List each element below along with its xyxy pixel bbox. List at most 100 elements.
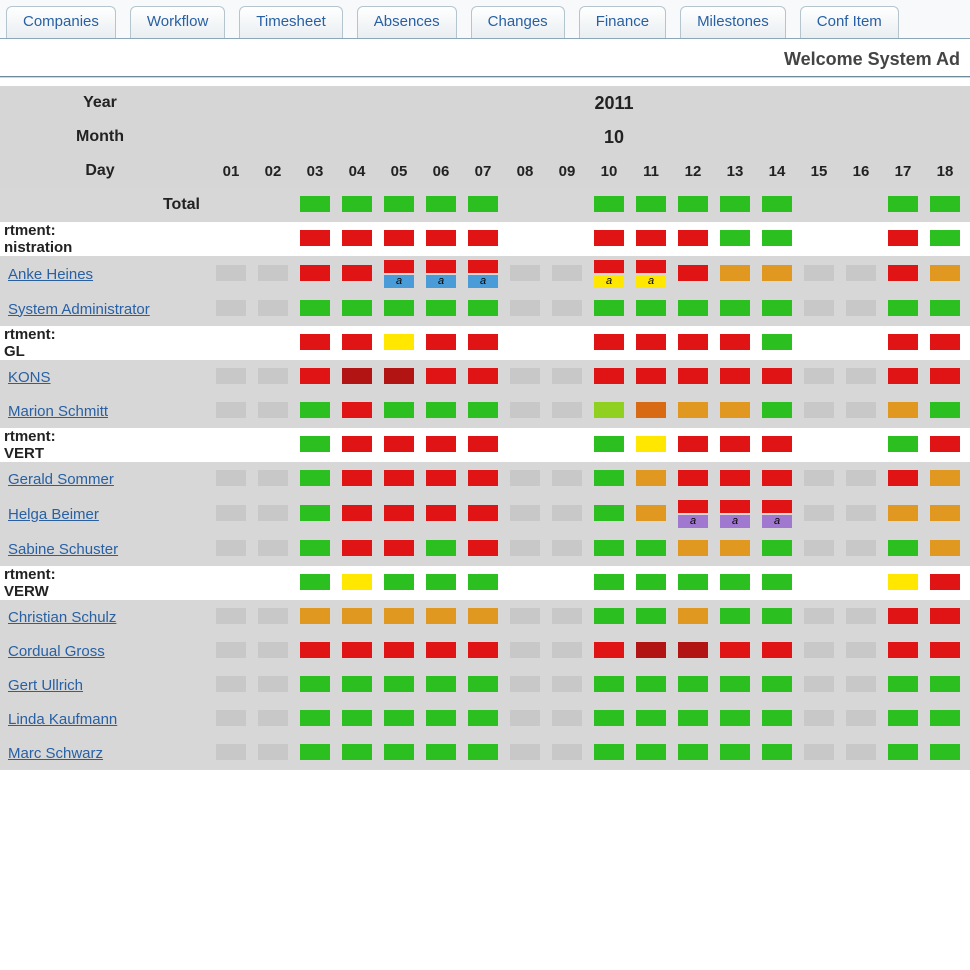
- grid-cell: [672, 702, 714, 736]
- grid-cell: [336, 532, 378, 566]
- grid-cell: [924, 222, 966, 256]
- tab-finance[interactable]: Finance: [579, 6, 666, 38]
- grid-cell: [924, 702, 966, 736]
- grid-cell: [882, 428, 924, 462]
- grid-cell: [504, 736, 546, 770]
- person-link[interactable]: Marion Schmitt: [8, 403, 108, 420]
- tab-timesheet[interactable]: Timesheet: [239, 6, 342, 38]
- grid-cell: [462, 736, 504, 770]
- grid-cell: [966, 394, 970, 428]
- grid-cell: [420, 394, 462, 428]
- person-link[interactable]: Cordual Gross: [8, 643, 105, 660]
- tab-workflow[interactable]: Workflow: [130, 6, 225, 38]
- person-link[interactable]: KONS: [8, 369, 51, 386]
- person-link[interactable]: Sabine Schuster: [8, 541, 118, 558]
- grid-cell: [756, 428, 798, 462]
- grid-cell: [210, 222, 252, 256]
- grid-cell: [378, 394, 420, 428]
- grid-cell: [882, 360, 924, 394]
- grid-cell: [672, 532, 714, 566]
- grid-cell: [756, 702, 798, 736]
- person-link[interactable]: Christian Schulz: [8, 609, 116, 626]
- grid-cell: [798, 188, 840, 222]
- grid-cell: [798, 532, 840, 566]
- grid-cell: [966, 668, 970, 702]
- grid-cell: [462, 566, 504, 600]
- grid-cell: [504, 292, 546, 326]
- grid-cell: [462, 326, 504, 360]
- grid-cell: a: [420, 256, 462, 292]
- grid-cell: [966, 222, 970, 256]
- grid-cell: [588, 736, 630, 770]
- grid-cell: [756, 668, 798, 702]
- tab-conf-item[interactable]: Conf Item: [800, 6, 899, 38]
- grid-cell: [546, 496, 588, 532]
- grid-cell: [504, 326, 546, 360]
- grid-cell: [714, 428, 756, 462]
- grid-cell: [840, 634, 882, 668]
- grid-cell: [252, 222, 294, 256]
- grid-cell: [252, 532, 294, 566]
- grid-cell: [462, 428, 504, 462]
- grid-cell: [630, 292, 672, 326]
- grid-cell: [840, 462, 882, 496]
- person-link[interactable]: Anke Heines: [8, 266, 93, 283]
- grid-cell: [504, 496, 546, 532]
- grid-cell: [336, 668, 378, 702]
- grid-cell: [210, 600, 252, 634]
- person-label-cell: Linda Kaufmann: [0, 702, 210, 736]
- tab-absences[interactable]: Absences: [357, 6, 457, 38]
- grid-cell: [252, 736, 294, 770]
- grid-cell: [714, 532, 756, 566]
- day-header-label: Day: [0, 154, 210, 188]
- grid-cell: [840, 360, 882, 394]
- grid-cell: [504, 360, 546, 394]
- grid-cell: [420, 360, 462, 394]
- person-link[interactable]: Gert Ullrich: [8, 677, 83, 694]
- total-label: Total: [0, 188, 210, 222]
- grid-cell: [294, 736, 336, 770]
- grid-cell: [924, 428, 966, 462]
- header-value: 2011: [210, 86, 970, 120]
- tab-changes[interactable]: Changes: [471, 6, 565, 38]
- grid-cell: [882, 394, 924, 428]
- department-label: rtment:VERT: [0, 428, 210, 462]
- grid-cell: [882, 668, 924, 702]
- person-link[interactable]: Linda Kaufmann: [8, 711, 117, 728]
- person-label-cell: Anke Heines: [0, 256, 210, 292]
- grid-cell: [546, 702, 588, 736]
- tab-milestones[interactable]: Milestones: [680, 6, 786, 38]
- grid-cell: [546, 326, 588, 360]
- grid-cell: [378, 188, 420, 222]
- grid-cell: [840, 188, 882, 222]
- grid-cell: [252, 394, 294, 428]
- grid-cell: [336, 634, 378, 668]
- person-link[interactable]: Gerald Sommer: [8, 471, 114, 488]
- person-link[interactable]: Helga Beimer: [8, 506, 99, 523]
- grid-cell: [252, 600, 294, 634]
- grid-cell: [336, 326, 378, 360]
- grid-cell: [588, 496, 630, 532]
- grid-cell: [840, 736, 882, 770]
- person-link[interactable]: Marc Schwarz: [8, 745, 103, 762]
- grid-cell: [840, 256, 882, 292]
- person-link[interactable]: System Administrator: [8, 301, 150, 318]
- grid-cell: [840, 394, 882, 428]
- grid-cell: [714, 256, 756, 292]
- grid-cell: [588, 360, 630, 394]
- grid-cell: [672, 326, 714, 360]
- tab-companies[interactable]: Companies: [6, 6, 116, 38]
- grid-cell: [294, 394, 336, 428]
- day-col-12: 12: [672, 154, 714, 188]
- grid-cell: a: [462, 256, 504, 292]
- grid-cell: [546, 428, 588, 462]
- grid-cell: [252, 634, 294, 668]
- grid-cell: [420, 326, 462, 360]
- grid-cell: [882, 326, 924, 360]
- grid-cell: [252, 462, 294, 496]
- grid-cell: [336, 188, 378, 222]
- grid-cell: [420, 566, 462, 600]
- grid-cell: [546, 566, 588, 600]
- grid-cell: [336, 496, 378, 532]
- grid-cell: [588, 702, 630, 736]
